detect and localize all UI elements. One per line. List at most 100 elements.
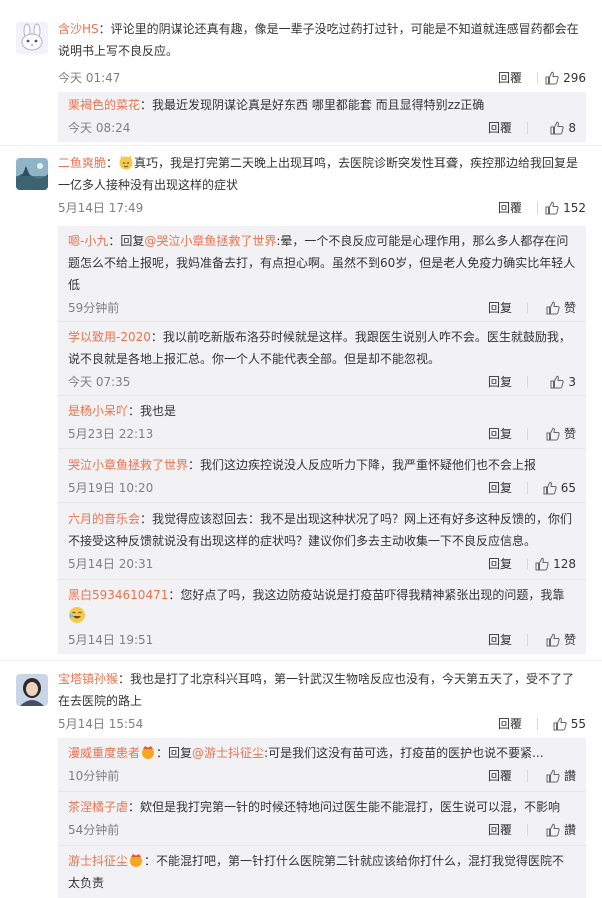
like-count: 152	[563, 201, 586, 215]
thumbs-up-icon	[535, 557, 549, 571]
like-button[interactable]: 55	[553, 714, 586, 734]
username-link[interactable]: 栗褐色的菜花	[68, 98, 140, 112]
reply-button[interactable]: 回复	[488, 554, 512, 574]
thumbs-up-icon	[543, 481, 557, 495]
divider	[527, 634, 528, 646]
cat-emoji-icon	[119, 155, 133, 170]
timestamp: 今天 01:47	[58, 71, 121, 85]
reply-button[interactable]: 回覆	[498, 68, 522, 88]
reply-button[interactable]: 回复	[488, 478, 512, 498]
username-link[interactable]: 漫威重度患者	[68, 746, 140, 760]
like-button[interactable]: 讚	[546, 820, 576, 840]
landscape-avatar-icon	[16, 158, 48, 190]
reply-button[interactable]: 回复	[488, 298, 512, 318]
reply-button[interactable]: 回覆	[498, 198, 522, 218]
thumbs-up-icon	[546, 769, 560, 783]
divider	[527, 122, 528, 134]
username-link[interactable]: 六月的音乐会	[68, 512, 140, 526]
timestamp: 10分钟前	[68, 769, 120, 783]
like-count: 128	[553, 557, 576, 571]
like-button[interactable]: 赞	[546, 424, 576, 444]
username-link[interactable]: 茶涅橘子虐	[68, 800, 128, 814]
thumbs-up-icon	[550, 121, 565, 135]
comment-divider	[0, 145, 602, 146]
divider	[527, 428, 528, 440]
like-count: 赞	[563, 633, 576, 647]
username-link[interactable]: 哭泣小章鱼拯救了世界	[68, 458, 188, 472]
divider	[527, 558, 528, 570]
reply-item: 嗯-小九：回复@哭泣小章鱼拯救了世界:晕，一个不良反应可能是心理作用，那么多人都…	[58, 230, 586, 318]
divider	[527, 824, 528, 836]
avatar[interactable]	[16, 158, 48, 190]
like-button[interactable]: 65	[543, 478, 576, 498]
comment-content: ：评论里的阴谋论还真有趣，像是一辈子没吃过药打过针，可能是不知道就连感冒药都会在…	[58, 22, 579, 58]
thumbs-up-icon	[553, 717, 567, 731]
reply-list: 嗯-小九：回复@哭泣小章鱼拯救了世界:晕，一个不良反应可能是心理作用，那么多人都…	[58, 226, 586, 654]
reply-prefix: ：回复	[108, 234, 145, 248]
divider	[537, 202, 538, 214]
thumbs-up-icon	[545, 201, 559, 215]
reply-content: ：我也是	[128, 404, 177, 418]
like-button[interactable]: 296	[545, 68, 586, 88]
reply-item: 茶涅橘子虐：欸但是我打完第一针的时候还特地问过医生能不能混打，医生说可以混，不影…	[58, 796, 586, 840]
like-button[interactable]: 152	[545, 198, 586, 218]
username-link[interactable]: 含沙HS	[58, 22, 99, 36]
crown-emoji-icon	[130, 854, 143, 867]
reply-button[interactable]: 回复	[488, 630, 512, 650]
comment-text: 二鱼爽脆： 真巧，我是打完第二天晚上出现耳鸣，去医院诊断突发性耳聋，疾控那边给我回…	[58, 155, 579, 192]
reply-item: 哭泣小章鱼拯救了世界：我们这边疾控说没人反应听力下降，我严重怀疑他们也不会上报 …	[58, 454, 586, 498]
comment-text: 含沙HS：评论里的阴谋论还真有趣，像是一辈子没吃过药打过针，可能是不知道就连感冒…	[58, 18, 586, 62]
divider	[527, 302, 528, 314]
reply-button[interactable]: 回覆	[488, 118, 512, 138]
avatar[interactable]	[16, 22, 48, 54]
reply-list: 漫威重度患者 ：回复@游士抖征尘:可是我们这没有苗可选，打疫苗的医护也说不要紧..…	[58, 738, 586, 898]
username-link[interactable]: 二鱼爽脆	[58, 156, 106, 170]
reply-button[interactable]: 回复	[488, 372, 512, 392]
comment-content: 真巧，我是打完第二天晚上出现耳鸣，去医院诊断突发性耳聋，疾控那边给我回复是一亿多…	[58, 156, 579, 192]
like-count: 讚	[563, 823, 576, 837]
reply-content: ：我觉得应该怼回去：我不是出现这种状况了吗？网上还有好多这种反馈的，你们不接受这…	[68, 512, 573, 548]
bunny-avatar-icon	[16, 22, 48, 54]
mention-link[interactable]: @游士抖征尘	[192, 746, 264, 760]
username-link[interactable]: 是杨小呆吖	[68, 404, 128, 418]
username-link[interactable]: 学以致用-2020	[68, 330, 151, 344]
comment-divider	[0, 660, 602, 661]
like-button[interactable]: 3	[550, 372, 576, 392]
reply-button[interactable]: 回覆	[488, 766, 512, 786]
like-button[interactable]: 讚	[546, 766, 576, 786]
reply-item: 栗褐色的菜花：我最近发现阴谋论真是好东西 哪里都能套 而且显得特别zz正确 今天…	[58, 94, 586, 138]
reply-button[interactable]: 回覆	[498, 714, 522, 734]
like-button[interactable]: 赞	[546, 630, 576, 650]
reply-button[interactable]: 回复	[488, 424, 512, 444]
divider	[527, 482, 528, 494]
like-button[interactable]: 赞	[546, 298, 576, 318]
username-link[interactable]: 黑白5934610471	[68, 588, 168, 602]
reply-content: ：您好点了吗，我这边防疫站说是打疫苗吓得我精神紧张出现的问题，我靠	[168, 588, 565, 602]
thumbs-up-icon	[546, 823, 560, 837]
username-link[interactable]: 宝塔镇孙猴	[58, 672, 118, 686]
reply-content: :可是我们这没有苗可选，打疫苗的医护也说不要紧...	[264, 746, 544, 760]
reply-divider	[58, 395, 586, 396]
reply-content: ：我最近发现阴谋论真是好东西 哪里都能套 而且显得特别zz正确	[140, 98, 485, 112]
divider	[537, 72, 538, 84]
reply-button[interactable]: 回覆	[488, 820, 512, 840]
like-button[interactable]: 8	[550, 118, 576, 138]
like-button[interactable]: 128	[535, 554, 576, 574]
timestamp: 5月19日 10:20	[68, 481, 154, 495]
reply-divider	[58, 791, 586, 792]
like-count: 赞	[563, 301, 576, 315]
timestamp: 今天 07:35	[68, 375, 131, 389]
reply-content: ：我们这边疾控说没人反应听力下降，我严重怀疑他们也不会上报	[188, 458, 537, 472]
mention-link[interactable]: @哭泣小章鱼拯救了世界	[144, 234, 276, 248]
timestamp: 54分钟前	[68, 823, 120, 837]
username-link[interactable]: 嗯-小九	[68, 234, 108, 248]
username-link[interactable]: 游士抖征尘	[68, 854, 128, 868]
thumbs-up-icon	[550, 375, 565, 389]
like-count: 讚	[563, 769, 576, 783]
reply-list: 栗褐色的菜花：我最近发现阴谋论真是好东西 哪里都能套 而且显得特别zz正确 今天…	[58, 92, 586, 142]
divider	[527, 376, 528, 388]
avatar[interactable]	[16, 674, 48, 706]
divider	[527, 770, 528, 782]
reply-item: 黑白5934610471：您好点了吗，我这边防疫站说是打疫苗吓得我精神紧张出现的…	[58, 584, 586, 650]
divider	[537, 718, 538, 730]
